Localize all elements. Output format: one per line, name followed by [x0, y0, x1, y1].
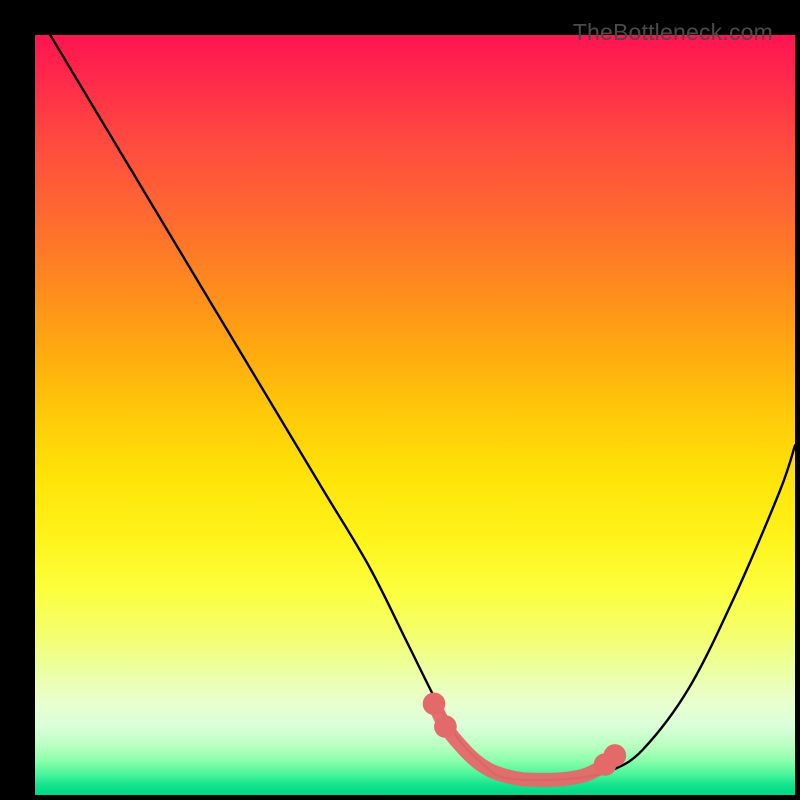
watermark-text: TheBottleneck.com — [573, 19, 773, 46]
chart-svg — [35, 35, 795, 795]
highlight-marker-dot — [423, 692, 446, 715]
highlight-marker-dot — [604, 744, 627, 767]
bottleneck-curve-line — [50, 35, 795, 780]
chart-frame: TheBottleneck.com — [15, 15, 785, 785]
highlight-markers — [423, 692, 627, 775]
highlight-band-line — [434, 704, 615, 780]
highlight-marker-dot — [434, 715, 457, 738]
